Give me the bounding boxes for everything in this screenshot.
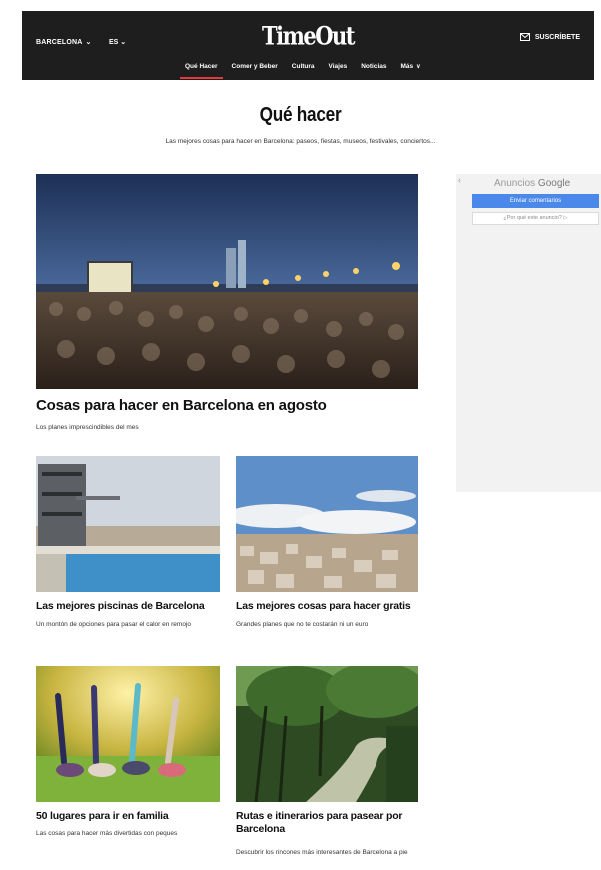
nav-item-viajes[interactable]: Viajes — [322, 61, 355, 76]
card-description-rutas: Descubrir los rincones más interesantes … — [236, 849, 408, 856]
timeout-logo[interactable]: TimeOut — [22, 20, 594, 51]
nav-label: Viajes — [328, 63, 348, 70]
ad-panel: ‹ Anuncios Google Enviar comentarios ¿Po… — [456, 174, 601, 492]
nav-label: Qué Hacer — [185, 63, 218, 70]
back-arrow-icon[interactable]: ‹ — [458, 175, 461, 185]
card-description-piscinas: Un montón de opciones para pasar el calo… — [36, 621, 192, 628]
nav-item-que-hacer[interactable]: Qué Hacer — [178, 61, 225, 79]
main-nav: Qué Hacer Comer y Beber Cultura Viajes N… — [178, 61, 428, 79]
nav-label: Cultura — [291, 63, 315, 70]
card-image-piscinas[interactable] — [36, 456, 220, 592]
subscribe-label: SUSCRÍBETE — [534, 33, 580, 41]
card-description-familia: Las cosas para hacer más divertidas con … — [36, 830, 178, 837]
card-description-gratis: Grandes planes que no te costarán ni un … — [236, 621, 369, 628]
featured-card-image[interactable] — [36, 174, 418, 389]
logo-text: TimeOut — [262, 20, 355, 51]
nav-label: Comer y Beber — [231, 63, 278, 70]
chevron-down-icon: ∨ — [416, 64, 421, 70]
card-title-familia[interactable]: 50 lugares para ir en familia — [36, 810, 226, 823]
subscribe-button[interactable]: SUSCRÍBETE — [519, 33, 580, 41]
ad-label-brand: Google — [537, 178, 571, 189]
card-title-gratis[interactable]: Las mejores cosas para hacer gratis — [236, 600, 426, 613]
nav-item-cultura[interactable]: Cultura — [285, 61, 322, 76]
mail-icon — [519, 33, 530, 41]
nav-item-noticias[interactable]: Noticias — [354, 61, 393, 76]
site-header: BARCELONA ⌄ ES ⌄ TimeOut SUSCRÍBETE Qué H… — [22, 11, 594, 80]
featured-card-description: Los planes imprescindibles del mes — [36, 424, 139, 431]
ad-label: Anuncios Google — [494, 178, 570, 189]
nav-item-mas[interactable]: Más ∨ — [394, 61, 428, 76]
ad-label-prefix: Anuncios — [494, 178, 536, 189]
page-title: Qué hacer — [259, 104, 342, 126]
card-image-gratis[interactable] — [236, 456, 418, 592]
card-image-rutas[interactable] — [236, 666, 418, 802]
card-image-familia[interactable] — [36, 666, 220, 802]
card-title-rutas[interactable]: Rutas e itinerarios para pasear por Barc… — [236, 810, 418, 836]
nav-label: Noticias — [361, 63, 387, 70]
send-feedback-button[interactable]: Enviar comentarios — [472, 194, 599, 208]
nav-label: Más — [400, 63, 414, 70]
page-subtitle: Las mejores cosas para hacer en Barcelon… — [165, 138, 436, 145]
nav-item-comer-y-beber[interactable]: Comer y Beber — [225, 61, 285, 76]
featured-card-title[interactable]: Cosas para hacer en Barcelona en agosto — [36, 397, 436, 416]
card-title-piscinas[interactable]: Las mejores piscinas de Barcelona — [36, 600, 226, 613]
why-this-ad-link[interactable]: ¿Por qué este anuncio? ▷ — [472, 212, 599, 225]
